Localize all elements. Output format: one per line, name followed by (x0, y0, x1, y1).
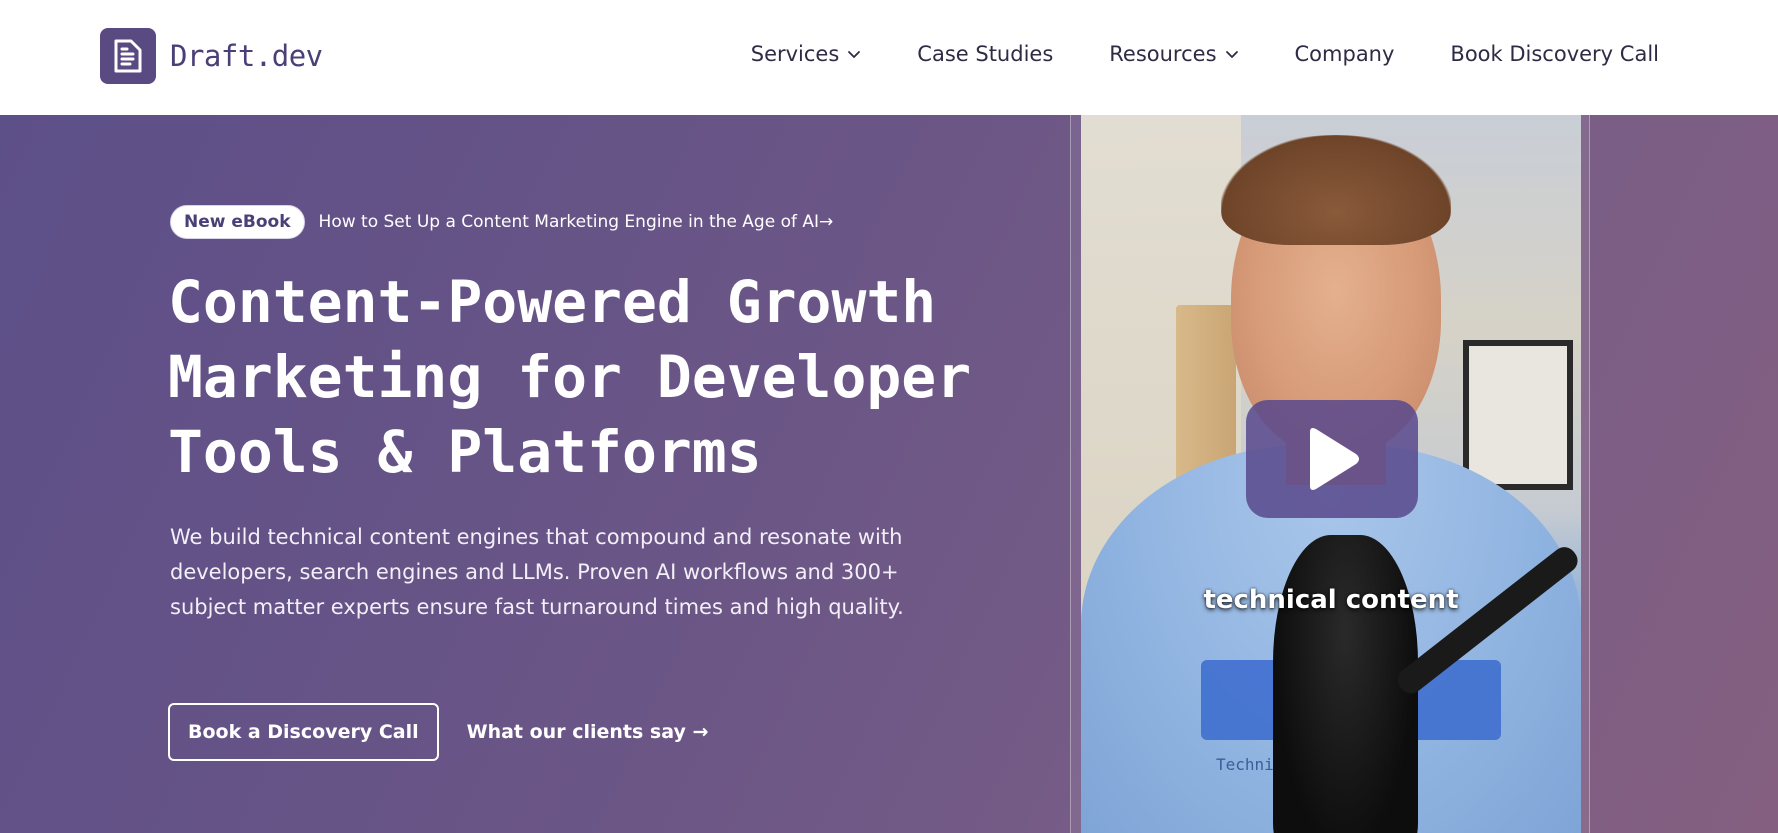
cta-row: Book a Discovery Call What our clients s… (168, 703, 708, 761)
brand-name: Draft.dev (170, 39, 323, 73)
brand-logo[interactable]: Draft.dev (100, 28, 323, 84)
headline-line: Tools & Platforms (168, 418, 762, 486)
ebook-link[interactable]: How to Set Up a Content Marketing Engine… (319, 212, 834, 232)
nav-item-book-discovery-call[interactable]: Book Discovery Call (1450, 42, 1659, 66)
chevron-down-icon (848, 51, 861, 58)
background-picture-frame (1463, 340, 1573, 490)
nav-label: Book Discovery Call (1450, 42, 1659, 66)
main-nav: Services Case Studies Resources Company … (751, 42, 1659, 66)
nav-label: Services (750, 42, 840, 66)
nav-label: Case Studies (917, 42, 1054, 66)
hero-section: New eBook How to Set Up a Content Market… (0, 115, 1778, 833)
site-header: Draft.dev Services Case Studies Resource… (0, 0, 1778, 115)
hero-headline: Content-Powered Growth Marketing for Dev… (168, 265, 1048, 490)
book-discovery-call-button[interactable]: Book a Discovery Call (168, 703, 439, 761)
microphone (1273, 535, 1418, 833)
new-ebook-badge: New eBook (170, 205, 305, 239)
play-button[interactable] (1246, 400, 1418, 518)
client-testimonials-link[interactable]: What our clients say → (467, 721, 709, 743)
nav-item-company[interactable]: Company (1295, 42, 1395, 66)
nav-item-resources[interactable]: Resources (1109, 42, 1238, 66)
presenter-hair (1221, 135, 1451, 245)
headline-line: Marketing for Developer (168, 343, 972, 411)
nav-label: Resources (1109, 42, 1217, 66)
nav-label: Company (1294, 42, 1395, 66)
document-icon (100, 28, 156, 84)
headline-line: Content-Powered Growth (168, 268, 937, 336)
hero-subtext: We build technical content engines that … (170, 525, 904, 619)
ebook-announcement: New eBook How to Set Up a Content Market… (170, 205, 833, 239)
video-panel: Technica ting technical content (1070, 115, 1590, 833)
play-icon (1310, 428, 1359, 490)
nav-item-services[interactable]: Services (751, 42, 862, 66)
nav-item-case-studies[interactable]: Case Studies (917, 42, 1053, 66)
chevron-down-icon (1225, 51, 1238, 58)
video-thumbnail[interactable]: Technica ting technical content (1081, 115, 1581, 833)
video-caption: technical content (1203, 585, 1459, 615)
